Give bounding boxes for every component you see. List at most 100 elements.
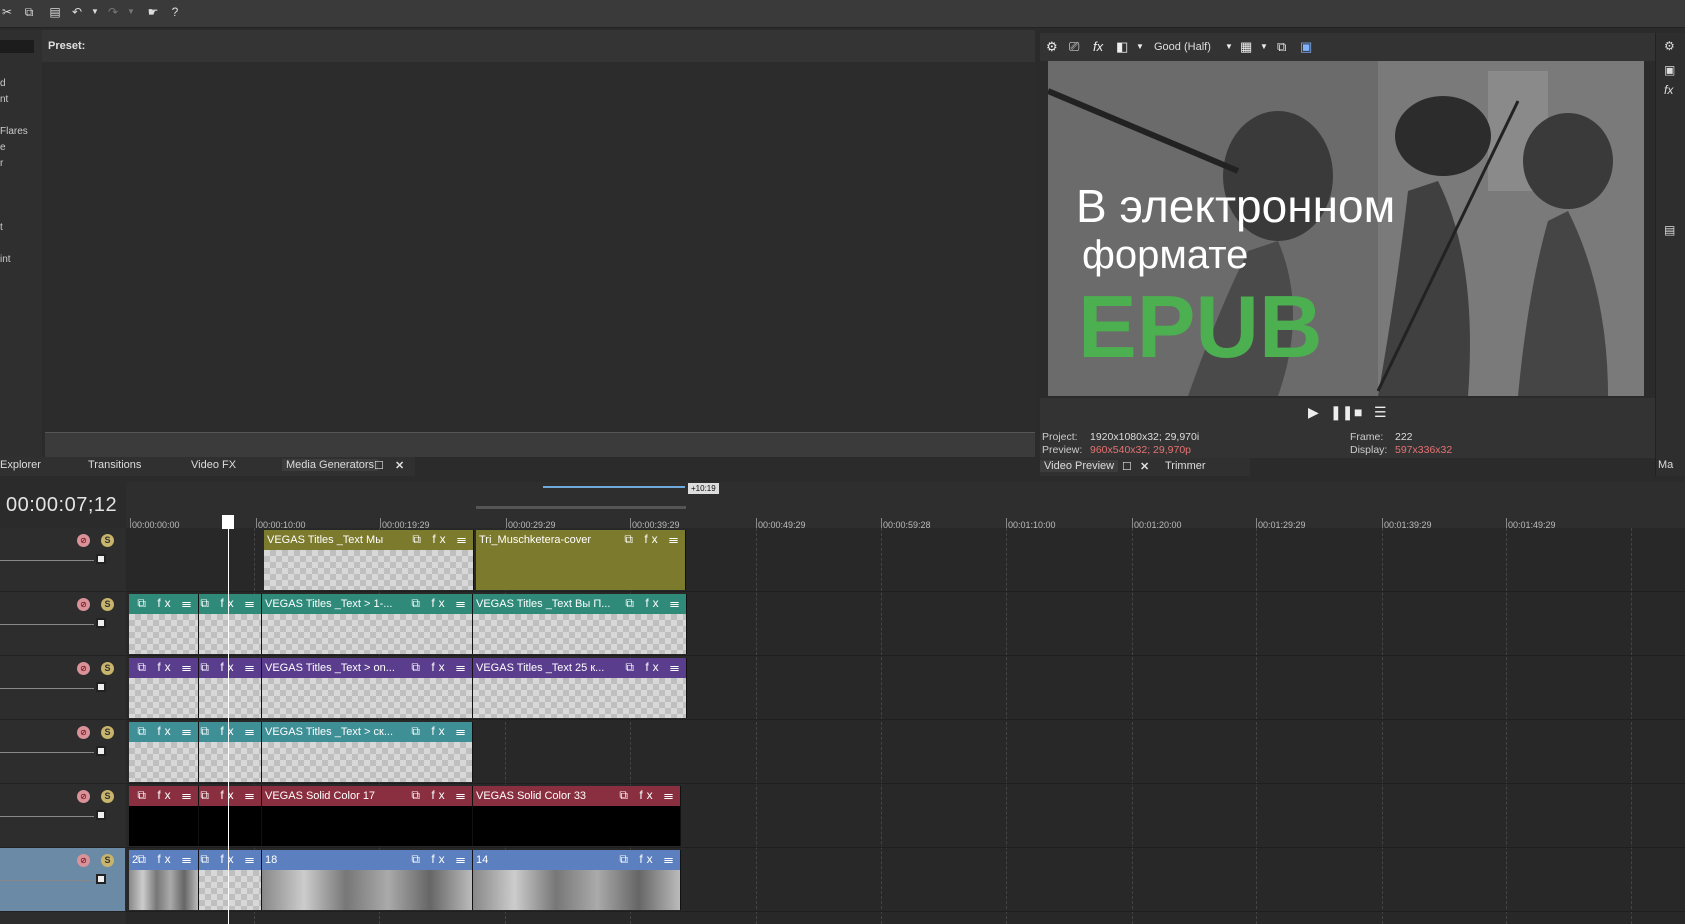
save-snapshot-icon[interactable]: ▣ [1300, 39, 1312, 55]
event-fx-icons[interactable]: ⧉ fx ☰ [200, 852, 258, 867]
tab-transitions[interactable]: Transitions [88, 459, 141, 471]
event-header[interactable]: VEGAS Titles _Text 25 к... ⧉ fx ☰ [473, 658, 686, 678]
playhead-handle[interactable] [222, 515, 234, 529]
gear-icon[interactable]: ⚙ [1664, 39, 1675, 53]
event-header[interactable]: 2. ⧉ fx ☰ [129, 850, 198, 870]
search-box[interactable] [0, 40, 34, 53]
event-fx-icons[interactable]: ⧉ fx ☰ [200, 596, 258, 611]
event-header[interactable]: ⧉ fx ☰ [199, 722, 261, 742]
track-header[interactable]: ⊘ S [0, 528, 125, 592]
timeline-event[interactable]: ⧉ fx ☰ [129, 658, 199, 718]
timeline-ruler[interactable]: 00:00:00;00 00:00:10;00 00:00:19;29 00:00:2… [126, 482, 1685, 530]
window-icon[interactable]: ▣ [1664, 63, 1675, 77]
list-item[interactable]: d [0, 78, 6, 89]
event-header[interactable]: ⧉ fx ☰ [129, 594, 198, 614]
track-level-slider[interactable] [0, 688, 94, 689]
timeline-event[interactable]: ⧉ fx ☰ [129, 722, 199, 782]
paste-icon[interactable]: ▤ [48, 5, 62, 19]
solo-icon[interactable]: S [101, 534, 114, 547]
event-fx-icons[interactable]: ⧉ fx ☰ [619, 788, 677, 803]
help-icon[interactable]: ? [168, 5, 182, 19]
timeline-event[interactable]: VEGAS Solid Color 17 ⧉ fx ☰ [262, 786, 473, 846]
event-header[interactable]: VEGAS Titles _Text > 1-... ⧉ fx ☰ [262, 594, 472, 614]
chevron-down-icon[interactable]: ▼ [1136, 42, 1144, 51]
event-fx-icons[interactable]: ⧉ fx ☰ [625, 660, 683, 675]
chevron-down-icon[interactable]: ▼ [1225, 42, 1233, 51]
fx-icon[interactable]: fx [1093, 39, 1103, 54]
track-header[interactable]: ⊘ S [0, 656, 125, 720]
event-fx-icons[interactable]: ⧉ fx ☰ [411, 852, 469, 867]
timeline-event[interactable]: VEGAS Titles _Text > 1-... ⧉ fx ☰ [262, 594, 473, 654]
event-fx-icons[interactable]: ⧉ fx ☰ [411, 788, 469, 803]
mute-icon[interactable]: ⊘ [77, 726, 90, 739]
grid-icon[interactable]: ▦ [1240, 39, 1252, 55]
mute-icon[interactable]: ⊘ [77, 598, 90, 611]
timeline-event[interactable]: ⧉ fx ☰ [199, 658, 262, 718]
event-header[interactable]: Tri_Muschketera-cover ⧉ fx ☰ [476, 530, 685, 550]
timeline-event[interactable]: ⧉ fx ☰ [129, 786, 199, 846]
timeline-event[interactable]: VEGAS Titles _Text > on... ⧉ fx ☰ [262, 658, 473, 718]
event-fx-icons[interactable]: ⧉ fx ☰ [200, 660, 258, 675]
event-header[interactable]: VEGAS Solid Color 17 ⧉ fx ☰ [262, 786, 472, 806]
tab-video-fx[interactable]: Video FX [191, 459, 236, 471]
timeline-event[interactable]: ⧉ fx ☰ [199, 722, 262, 782]
event-header[interactable]: ⧉ fx ☰ [199, 786, 261, 806]
track-level-slider[interactable] [0, 560, 94, 561]
event-header[interactable]: VEGAS Solid Color 33 ⧉ fx ☰ [473, 786, 680, 806]
event-header[interactable]: VEGAS Titles _Text Вы П... ⧉ fx ☰ [473, 594, 686, 614]
cut-icon[interactable]: ✂ [0, 5, 14, 19]
panel-icon[interactable]: ▤ [1664, 223, 1675, 237]
undo-dropdown-icon[interactable]: ▼ [88, 5, 102, 19]
external-monitor-icon[interactable]: ⎚ [1069, 39, 1079, 55]
track-level-slider[interactable] [0, 880, 94, 881]
event-fx-icons[interactable]: ⧉ fx ☰ [137, 788, 195, 803]
track-header[interactable]: ⊘ S [0, 592, 125, 656]
track-lane[interactable]: 2. ⧉ fx ☰ ⧉ fx ☰ 18 ⧉ fx ☰ 14 ⧉ fx ☰ [126, 848, 1685, 912]
solo-icon[interactable]: S [101, 854, 114, 867]
undo-icon[interactable]: ↶ [70, 5, 84, 19]
mute-icon[interactable]: ⊘ [77, 662, 90, 675]
event-fx-icons[interactable]: ⧉ fx ☰ [137, 852, 195, 867]
timeline-event[interactable]: 18 ⧉ fx ☰ [262, 850, 473, 910]
event-fx-icons[interactable]: ⧉ fx ☰ [411, 724, 469, 739]
track-level-slider[interactable] [0, 624, 94, 625]
timeline-event[interactable]: VEGAS Titles _Text 25 к... ⧉ fx ☰ [473, 658, 687, 718]
playhead-cursor[interactable] [228, 515, 229, 924]
play-icon[interactable]: ▶ [1308, 404, 1319, 421]
close-icon[interactable]: ✕ [1140, 460, 1149, 473]
timeline-event[interactable]: VEGAS Titles _Text Мы ⧉ fx ☰ [264, 530, 474, 590]
track-level-handle[interactable] [96, 810, 106, 820]
event-header[interactable]: ⧉ fx ☰ [199, 594, 261, 614]
event-header[interactable]: 18 ⧉ fx ☰ [262, 850, 472, 870]
solo-icon[interactable]: S [101, 662, 114, 675]
mute-icon[interactable]: ⊘ [77, 790, 90, 803]
tab-media-generators[interactable]: Media Generators [282, 459, 379, 471]
track-level-handle[interactable] [96, 874, 106, 884]
close-icon[interactable]: ✕ [395, 459, 404, 472]
event-fx-icons[interactable]: ⧉ fx ☰ [625, 596, 683, 611]
event-header[interactable]: ⧉ fx ☰ [129, 658, 198, 678]
track-level-handle[interactable] [96, 746, 106, 756]
list-item[interactable]: nt [0, 94, 8, 105]
tab-explorer[interactable]: Explorer [0, 459, 41, 471]
track-lane[interactable]: VEGAS Titles _Text Мы ⧉ fx ☰ Tri_Muschkete… [126, 528, 1685, 592]
track-level-slider[interactable] [0, 752, 94, 753]
timeline-event[interactable]: VEGAS Titles _Text > ск... ⧉ fx ☰ [262, 722, 473, 782]
list-item[interactable]: r [0, 158, 3, 169]
event-header[interactable]: VEGAS Titles _Text > on... ⧉ fx ☰ [262, 658, 472, 678]
timeline-event[interactable]: 2. ⧉ fx ☰ [129, 850, 199, 910]
track-lane[interactable]: ⧉ fx ☰ ⧉ fx ☰ VEGAS Titles _Text > ск... ⧉ … [126, 720, 1685, 784]
whats-this-icon[interactable]: ☛ [146, 5, 160, 19]
loop-region-bar[interactable] [476, 506, 686, 509]
mute-icon[interactable]: ⊘ [77, 854, 90, 867]
timeline-event[interactable]: ⧉ fx ☰ [129, 594, 199, 654]
redo-icon[interactable]: ↷ [106, 5, 120, 19]
event-header[interactable]: ⧉ fx ☰ [199, 850, 261, 870]
event-header[interactable]: ⧉ fx ☰ [199, 658, 261, 678]
solo-icon[interactable]: S [101, 726, 114, 739]
gear-icon[interactable]: ⚙ [1046, 39, 1058, 55]
mute-icon[interactable]: ⊘ [77, 534, 90, 547]
event-fx-icons[interactable]: ⧉ fx ☰ [411, 660, 469, 675]
undock-icon[interactable]: ☐ [1122, 460, 1132, 473]
timeline-event[interactable]: ⧉ fx ☰ [199, 594, 262, 654]
